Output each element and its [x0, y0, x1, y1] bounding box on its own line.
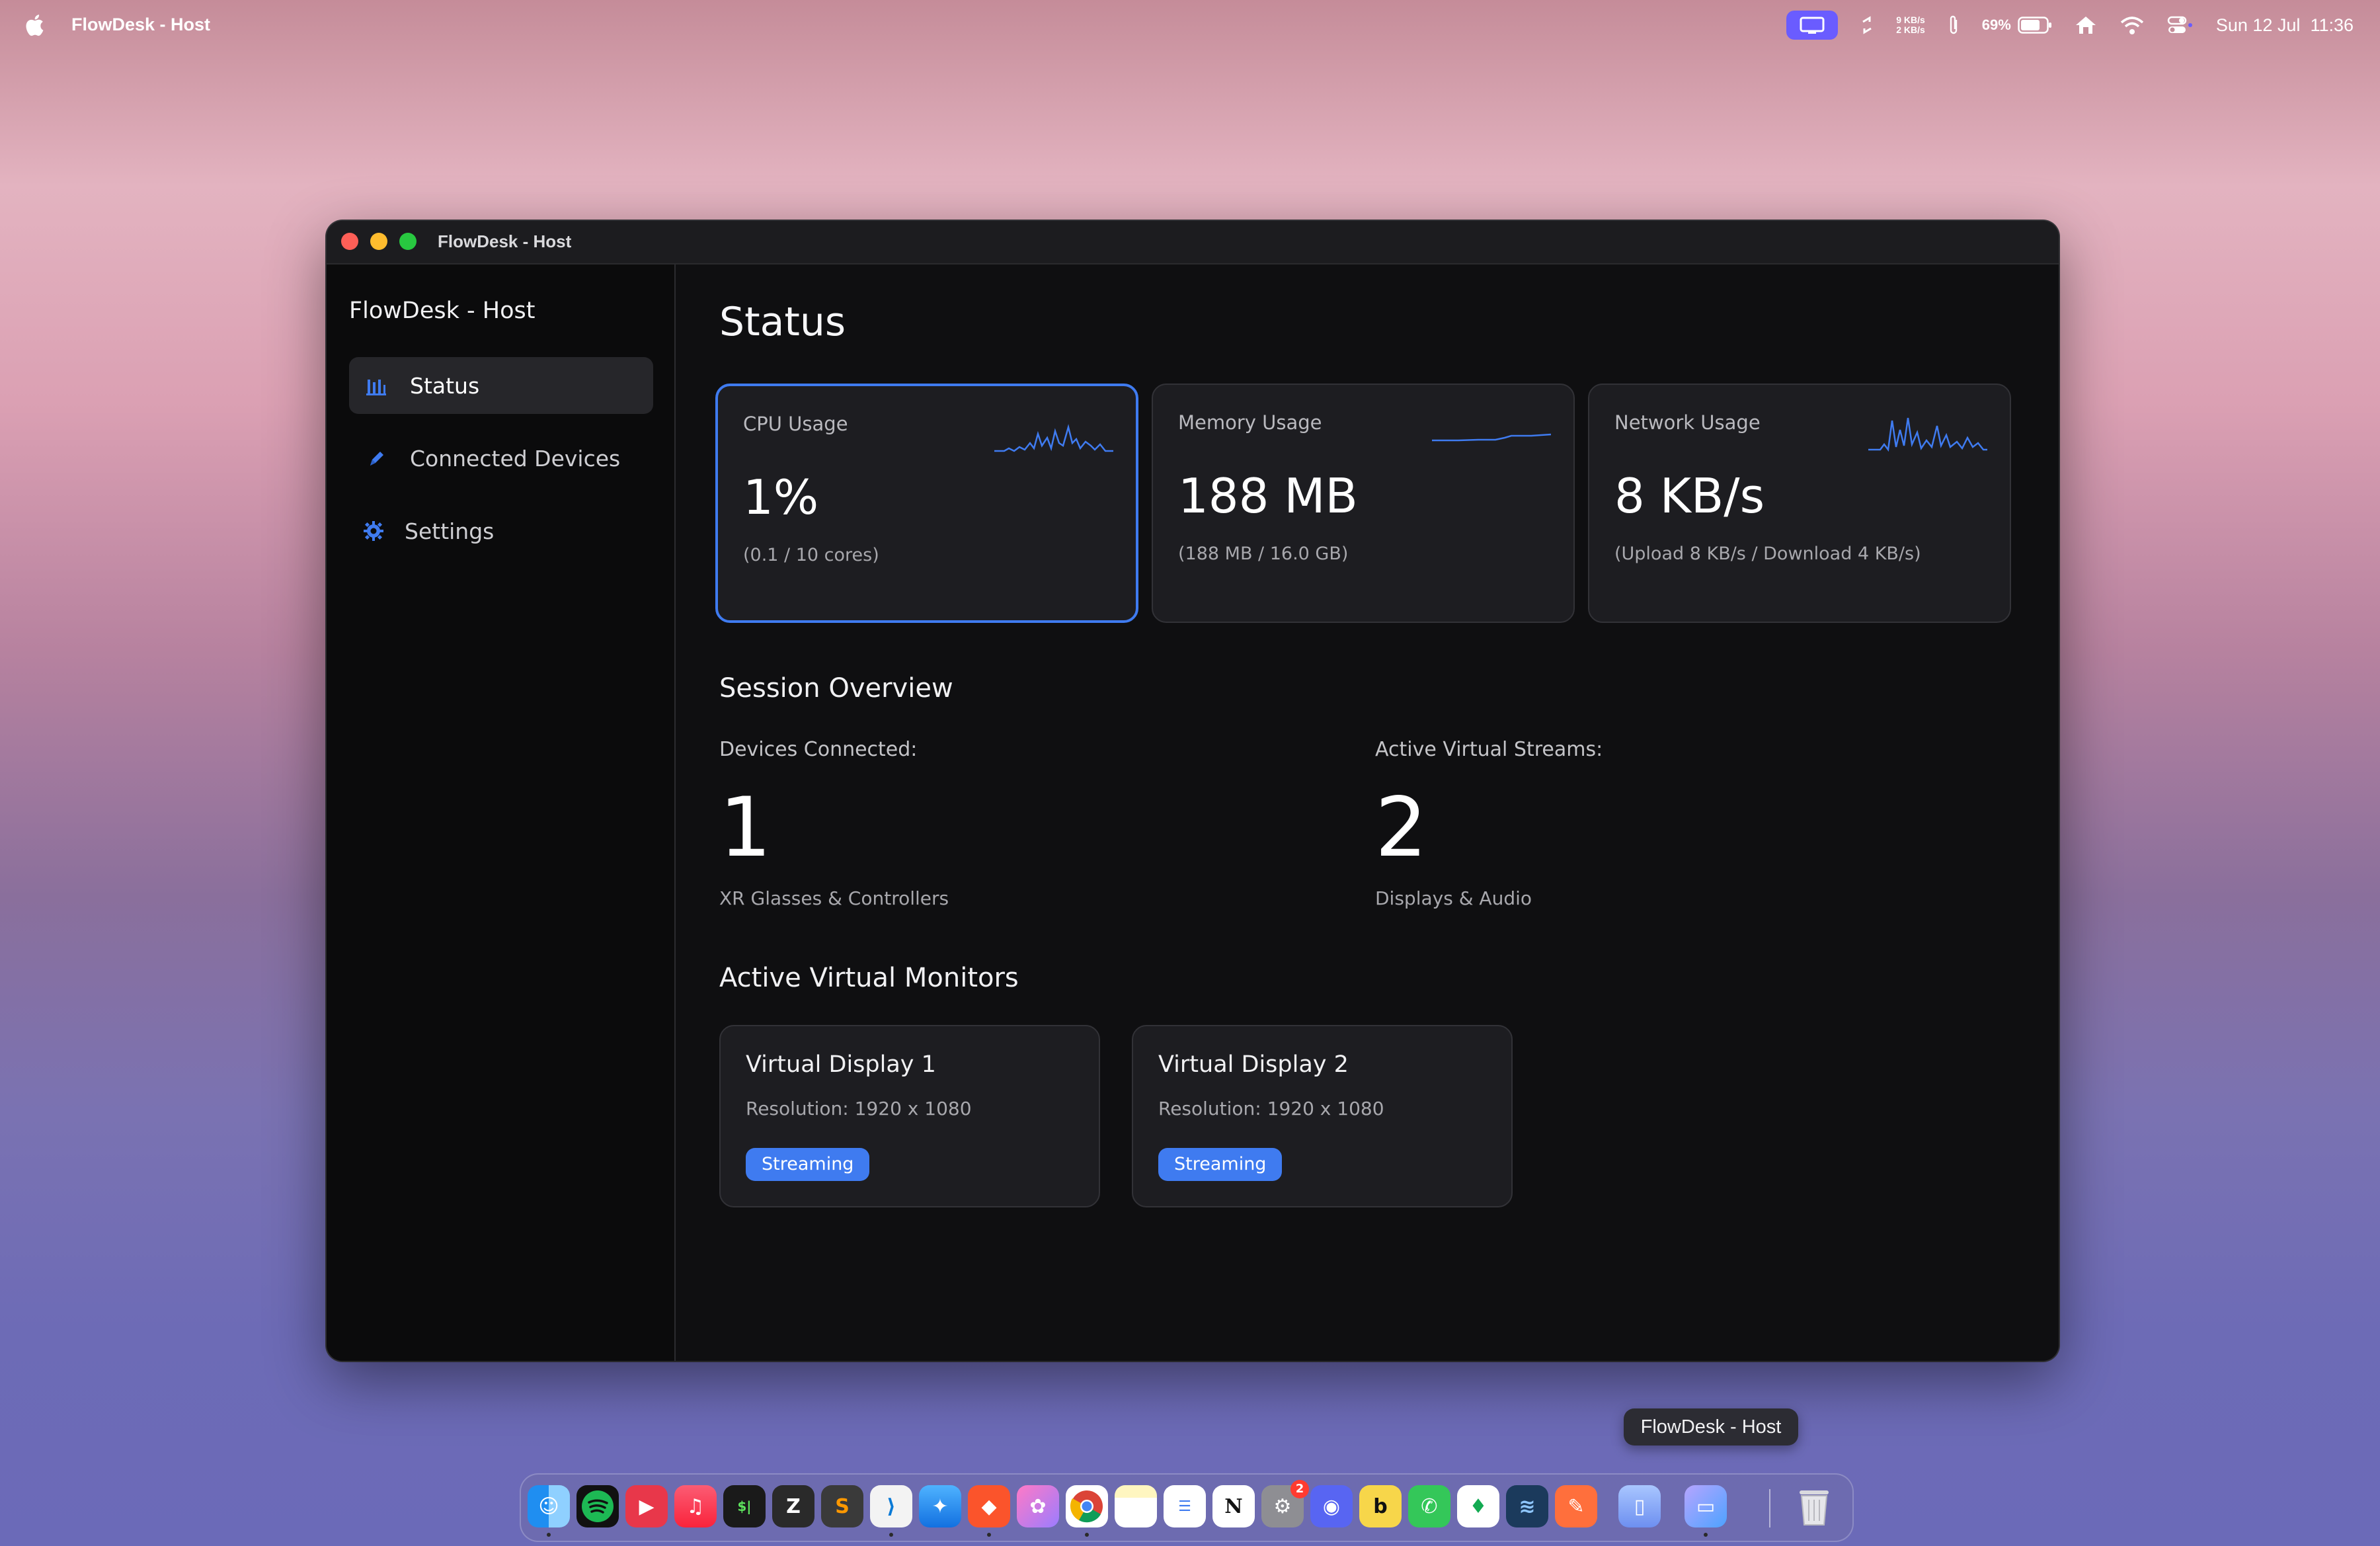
- running-indicator: [1085, 1533, 1089, 1537]
- streaming-badge: Streaming: [746, 1148, 870, 1181]
- menu-bar: FlowDesk - Host 9 KB/s 2 KB/s 69% Sun 12…: [0, 0, 2380, 50]
- virtual-display-card[interactable]: Virtual Display 1 Resolution: 1920 x 108…: [719, 1025, 1100, 1207]
- trash-icon[interactable]: [1793, 1485, 1835, 1527]
- bumble-app-icon[interactable]: b: [1359, 1485, 1402, 1527]
- running-indicator: [547, 1533, 551, 1537]
- sidebar: FlowDesk - Host Status Connected Devices…: [327, 264, 676, 1361]
- memory-sparkline: [1432, 433, 1551, 442]
- sidebar-item-label: Settings: [405, 518, 495, 544]
- card-subtext: (188 MB / 16.0 GB): [1178, 544, 1349, 564]
- safari-icon[interactable]: ✦: [919, 1485, 961, 1527]
- flowdesk-menu-icon[interactable]: [1786, 11, 1839, 40]
- running-indicator: [889, 1533, 893, 1537]
- chrome-icon[interactable]: [1066, 1485, 1108, 1527]
- reminders-icon[interactable]: ☰: [1164, 1485, 1206, 1527]
- virtual-display-card[interactable]: Virtual Display 2 Resolution: 1920 x 108…: [1132, 1025, 1513, 1207]
- phone-icon[interactable]: ✆: [1408, 1485, 1450, 1527]
- text-editor-icon[interactable]: Z: [772, 1485, 814, 1527]
- spotify-icon[interactable]: [576, 1485, 619, 1527]
- sidebar-item-settings[interactable]: Settings: [349, 503, 653, 559]
- dock: ☺ ▶ ♫ $| Z S ⟩ ✦ ◆ ✿ ☰ N ⚙ 2 ◉ b ✆ ♦ ≋ ✎ …: [520, 1473, 1854, 1542]
- network-speed-readout[interactable]: 9 KB/s 2 KB/s: [1896, 15, 1925, 35]
- monitor-name: Virtual Display 1: [746, 1051, 936, 1078]
- active-streams-subtext: Displays & Audio: [1375, 887, 1532, 909]
- window-titlebar[interactable]: FlowDesk - Host: [327, 221, 2059, 264]
- terminal-icon[interactable]: $|: [723, 1485, 766, 1527]
- session-overview-title: Session Overview: [719, 673, 953, 704]
- finder-icon[interactable]: ☺: [528, 1485, 570, 1527]
- active-streams-label: Active Virtual Streams:: [1375, 738, 1603, 761]
- battery-icon: [2018, 17, 2051, 34]
- sidebar-title: FlowDesk - Host: [349, 298, 536, 324]
- apple-icon[interactable]: [25, 13, 46, 38]
- menu-datetime[interactable]: Sun 12 Jul 11:36: [2216, 15, 2354, 36]
- sublime-text-icon[interactable]: S: [821, 1485, 863, 1527]
- card-label: Network Usage: [1614, 411, 1761, 434]
- zoom-window-button[interactable]: [399, 233, 416, 250]
- home-icon[interactable]: [2075, 15, 2097, 35]
- control-center-icon[interactable]: [2167, 15, 2194, 35]
- window-title: FlowDesk - Host: [438, 231, 572, 251]
- notification-badge: 2: [1290, 1480, 1309, 1498]
- card-subtext: (0.1 / 10 cores): [743, 545, 879, 565]
- card-label: CPU Usage: [743, 413, 848, 435]
- monitor-name: Virtual Display 2: [1158, 1051, 1349, 1078]
- bar-chart-icon: [365, 374, 387, 397]
- devices-connected-subtext: XR Glasses & Controllers: [719, 887, 949, 909]
- sync-icon[interactable]: [1860, 15, 1874, 35]
- postman-icon[interactable]: ✎: [1555, 1485, 1597, 1527]
- mongodb-compass-icon[interactable]: ♦: [1457, 1485, 1499, 1527]
- vscode-icon[interactable]: ⟩: [870, 1485, 912, 1527]
- sidebar-item-status[interactable]: Status: [349, 357, 653, 414]
- flowdesk-host-dock-icon[interactable]: ▭: [1685, 1485, 1727, 1527]
- pen-icon: [365, 447, 387, 469]
- card-label: Memory Usage: [1178, 411, 1322, 434]
- sidebar-item-label: Status: [410, 372, 480, 399]
- music-player-icon[interactable]: ▶: [625, 1485, 668, 1527]
- memory-usage-card[interactable]: Memory Usage 188 MB (188 MB / 16.0 GB): [1152, 384, 1575, 623]
- card-value: 1%: [743, 469, 819, 525]
- brave-browser-icon[interactable]: ◆: [968, 1485, 1010, 1527]
- card-subtext: (Upload 8 KB/s / Download 4 KB/s): [1614, 544, 1921, 564]
- phone-mirroring-icon[interactable]: ▯: [1618, 1485, 1661, 1527]
- active-monitors-title: Active Virtual Monitors: [719, 963, 1019, 993]
- network-sparkline: [1868, 417, 1987, 452]
- page-title: Status: [719, 299, 846, 345]
- gear-icon: [362, 520, 385, 542]
- network-usage-card[interactable]: Network Usage 8 KB/s (Upload 8 KB/s / Do…: [1588, 384, 2011, 623]
- wifi-icon[interactable]: [2120, 15, 2145, 35]
- monitor-resolution: Resolution: 1920 x 1080: [746, 1098, 972, 1119]
- battery-status[interactable]: 69%: [1982, 17, 2052, 34]
- devices-connected-value: 1: [719, 780, 772, 875]
- paperclip-icon[interactable]: [1948, 15, 1960, 36]
- notes-icon[interactable]: [1115, 1485, 1157, 1527]
- running-indicator: [987, 1533, 991, 1537]
- menu-app-name[interactable]: FlowDesk - Host: [71, 15, 210, 35]
- notion-icon[interactable]: N: [1212, 1485, 1255, 1527]
- card-value: 8 KB/s: [1614, 468, 1765, 524]
- mysql-workbench-icon[interactable]: ≋: [1506, 1485, 1548, 1527]
- minimize-window-button[interactable]: [370, 233, 387, 250]
- cpu-sparkline: [994, 424, 1113, 452]
- devices-connected-label: Devices Connected:: [719, 738, 918, 761]
- cpu-usage-card[interactable]: CPU Usage 1% (0.1 / 10 cores): [715, 384, 1138, 623]
- photos-app-icon[interactable]: ✿: [1017, 1485, 1059, 1527]
- close-window-button[interactable]: [341, 233, 358, 250]
- net-down-text: 2 KB/s: [1896, 24, 1925, 35]
- net-up-text: 9 KB/s: [1896, 15, 1925, 25]
- running-indicator: [1704, 1533, 1708, 1537]
- menu-status-area: 9 KB/s 2 KB/s 69% Sun 12 Jul 11:36: [1786, 0, 2354, 50]
- active-streams-value: 2: [1375, 780, 1427, 875]
- streaming-badge: Streaming: [1158, 1148, 1283, 1181]
- dock-separator: [1769, 1489, 1770, 1527]
- sidebar-item-label: Connected Devices: [410, 445, 621, 471]
- dock-tooltip: FlowDesk - Host: [1624, 1408, 1798, 1445]
- discord-icon[interactable]: ◉: [1310, 1485, 1353, 1527]
- battery-percent: 69%: [1981, 17, 2011, 33]
- card-value: 188 MB: [1178, 468, 1358, 524]
- system-settings-icon[interactable]: ⚙ 2: [1261, 1480, 1309, 1527]
- apple-music-icon[interactable]: ♫: [674, 1485, 717, 1527]
- sidebar-item-connected-devices[interactable]: Connected Devices: [349, 430, 653, 487]
- monitor-resolution: Resolution: 1920 x 1080: [1158, 1098, 1384, 1119]
